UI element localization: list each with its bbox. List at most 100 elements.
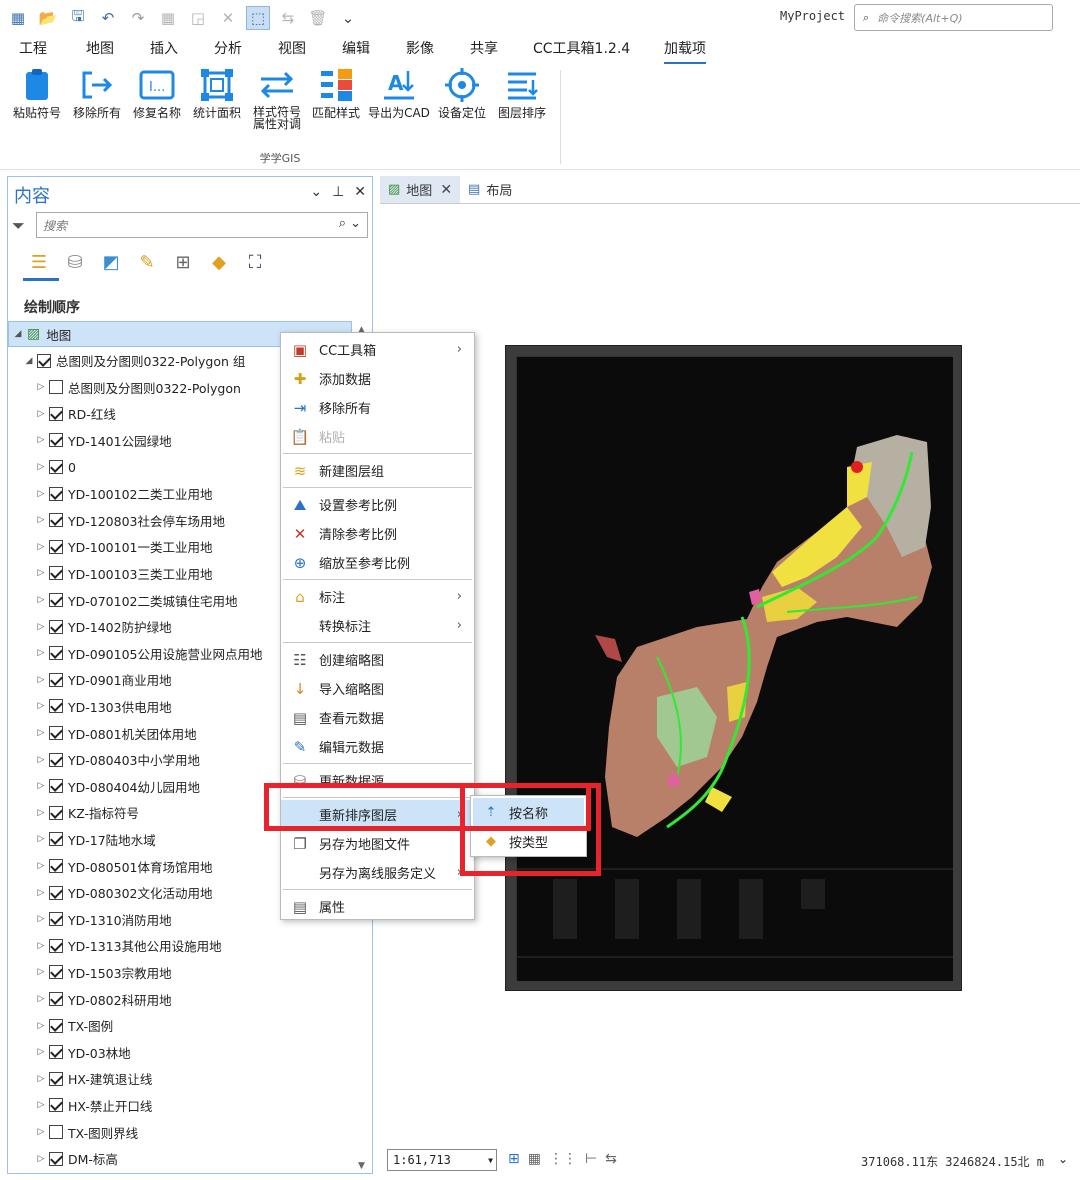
attribute-table-icon[interactable]: ▦	[156, 6, 180, 30]
tab-edit[interactable]: 编辑	[342, 38, 370, 64]
layer-row[interactable]: ▷ YD-03林地	[8, 1039, 372, 1065]
menu-item[interactable]: 另存为离线服务定义 ›	[281, 858, 474, 887]
map-view-tools-icon[interactable]: ⊞	[508, 1151, 520, 1167]
menu-item[interactable]: 转换标注 ›	[281, 611, 474, 640]
menu-item[interactable]: ▣ CC工具箱 ›	[281, 335, 474, 364]
menu-item[interactable]: ☷ 创建缩略图	[281, 645, 474, 674]
coordinate-format-dropdown[interactable]: ⌄	[1058, 1152, 1068, 1166]
layer-visibility-checkbox[interactable]	[49, 859, 63, 873]
constraint-icon[interactable]: ⊢	[585, 1151, 597, 1167]
labeling-icon[interactable]: ◆	[206, 249, 232, 275]
menu-item[interactable]: ✚ 添加数据	[281, 364, 474, 393]
expand-icon[interactable]: ▷	[36, 781, 46, 791]
expand-icon[interactable]: ▷	[36, 515, 46, 525]
expand-icon[interactable]: ▷	[36, 994, 46, 1004]
expand-icon[interactable]: ▷	[36, 755, 46, 765]
layer-visibility-checkbox[interactable]	[49, 1018, 63, 1033]
contents-search-input[interactable]: 搜索 ⌕ ⌄	[36, 212, 368, 238]
open-project-icon[interactable]: 📂	[36, 6, 60, 30]
layer-visibility-checkbox[interactable]	[49, 406, 63, 421]
expand-icon[interactable]: ▷	[36, 1154, 46, 1164]
layer-visibility-checkbox[interactable]	[49, 965, 63, 980]
layer-row[interactable]: ▷ HX-建筑退让线	[8, 1066, 372, 1092]
expand-icon[interactable]: ▷	[36, 701, 46, 711]
grid-icon[interactable]: ▦	[528, 1151, 541, 1167]
field-icon[interactable]: ◲	[186, 6, 210, 30]
menu-item[interactable]: ⇥ 移除所有	[281, 393, 474, 422]
tab-share[interactable]: 共享	[470, 38, 498, 64]
tab-imagery[interactable]: 影像	[406, 38, 434, 64]
search-icon[interactable]: ⌕ ⌄	[339, 216, 361, 231]
expand-icon[interactable]: ▷	[36, 1047, 46, 1057]
snapping-toggle-icon[interactable]: ⋮⋮	[549, 1151, 577, 1167]
layer-row[interactable]: ▷ DM-标高	[8, 1146, 372, 1172]
layer-row[interactable]: ▷ YD-1313其他公用设施用地	[8, 933, 372, 959]
expand-icon[interactable]: ▷	[36, 914, 46, 924]
expand-icon[interactable]: ▷	[36, 941, 46, 951]
layer-visibility-checkbox[interactable]	[49, 460, 63, 474]
layer-row[interactable]: ▷ TX-图例	[8, 1013, 372, 1039]
layer-visibility-checkbox[interactable]	[49, 885, 63, 900]
layer-row[interactable]: ▷ YD-0802科研用地	[8, 986, 372, 1012]
select-tool-icon[interactable]: ⬚	[246, 6, 270, 30]
menu-item[interactable]: ✎ 编辑元数据	[281, 732, 474, 761]
calc-area-button[interactable]: 统计面积	[187, 66, 247, 120]
data-source-icon[interactable]: ⛁	[62, 249, 88, 275]
tab-analysis[interactable]: 分析	[214, 38, 242, 64]
layer-visibility-checkbox[interactable]	[49, 566, 63, 581]
expand-icon[interactable]: ▷	[36, 1100, 46, 1110]
scale-selector[interactable]: 1:61,713 ▼	[387, 1149, 497, 1171]
layer-visibility-checkbox[interactable]	[49, 619, 63, 634]
layer-visibility-checkbox[interactable]	[49, 992, 63, 1006]
layer-visibility-checkbox[interactable]	[49, 779, 63, 794]
layer-visibility-checkbox[interactable]	[49, 699, 63, 714]
expand-icon[interactable]: ▷	[36, 1127, 46, 1137]
expand-icon[interactable]: ▷	[36, 1074, 46, 1084]
layer-visibility-checkbox[interactable]	[49, 433, 63, 448]
layer-visibility-checkbox[interactable]	[49, 1045, 63, 1060]
layer-sort-button[interactable]: 图层排序	[492, 66, 552, 120]
undo-icon[interactable]: ↶	[96, 6, 120, 30]
filter-icon[interactable]: ⏷	[12, 216, 25, 236]
layer-visibility-checkbox[interactable]	[49, 938, 63, 953]
layer-visibility-checkbox[interactable]	[49, 726, 63, 740]
layout-page[interactable]	[505, 345, 962, 991]
expand-icon[interactable]: ▷	[36, 888, 46, 898]
save-project-icon[interactable]: 🖫	[66, 6, 90, 30]
expand-icon[interactable]: ▷	[36, 462, 46, 472]
edit-tool-icon[interactable]: ⇆	[276, 6, 300, 30]
menu-item[interactable]: ⛰ 设置参考比例	[281, 490, 474, 519]
menu-item[interactable]: ❐ 另存为地图文件	[281, 829, 474, 858]
tab-map-view[interactable]: ▨ 地图 ✕	[380, 176, 461, 203]
layer-visibility-checkbox[interactable]	[49, 380, 63, 395]
layer-visibility-checkbox[interactable]	[49, 1125, 63, 1139]
expand-icon[interactable]: ▷	[36, 1021, 46, 1031]
selection-icon[interactable]: ◩	[98, 249, 124, 275]
paste-symbol-button[interactable]: 粘贴符号	[7, 66, 67, 120]
menu-item[interactable]: ⊕ 缩放至参考比例	[281, 548, 474, 577]
layer-visibility-checkbox[interactable]	[49, 646, 63, 661]
editing-icon[interactable]: ✎	[134, 249, 160, 275]
menu-item[interactable]: ▤ 属性	[281, 892, 474, 921]
expand-icon[interactable]: ▷	[36, 435, 46, 445]
locate-device-button[interactable]: 设备定位	[432, 66, 492, 120]
customize-qat-icon[interactable]: ⌄	[336, 6, 360, 30]
close-icon[interactable]: ✕	[354, 184, 366, 200]
tab-addins[interactable]: 加载项	[664, 38, 706, 64]
menu-item[interactable]: ↓ 导入缩略图	[281, 674, 474, 703]
expand-icon[interactable]: ▷	[36, 409, 46, 419]
menu-item[interactable]: ⌂ 标注 ›	[281, 582, 474, 611]
redo-icon[interactable]: ↷	[126, 6, 150, 30]
scroll-down-icon[interactable]: ▼	[358, 1161, 365, 1171]
expand-icon[interactable]: ▷	[36, 834, 46, 844]
menu-item[interactable]: ✕ 清除参考比例	[281, 519, 474, 548]
layer-visibility-checkbox[interactable]	[49, 672, 63, 687]
expand-icon[interactable]: ▷	[36, 489, 46, 499]
expand-icon[interactable]: ▷	[36, 808, 46, 818]
layer-visibility-checkbox[interactable]	[49, 513, 63, 528]
layer-visibility-checkbox[interactable]	[49, 1071, 63, 1086]
layer-row[interactable]: ▷ HX-禁止开口线	[8, 1092, 372, 1118]
pause-drawing-icon[interactable]: ⇆	[605, 1151, 617, 1167]
expand-icon[interactable]: ▷	[36, 595, 46, 605]
layer-visibility-checkbox[interactable]	[49, 539, 63, 554]
